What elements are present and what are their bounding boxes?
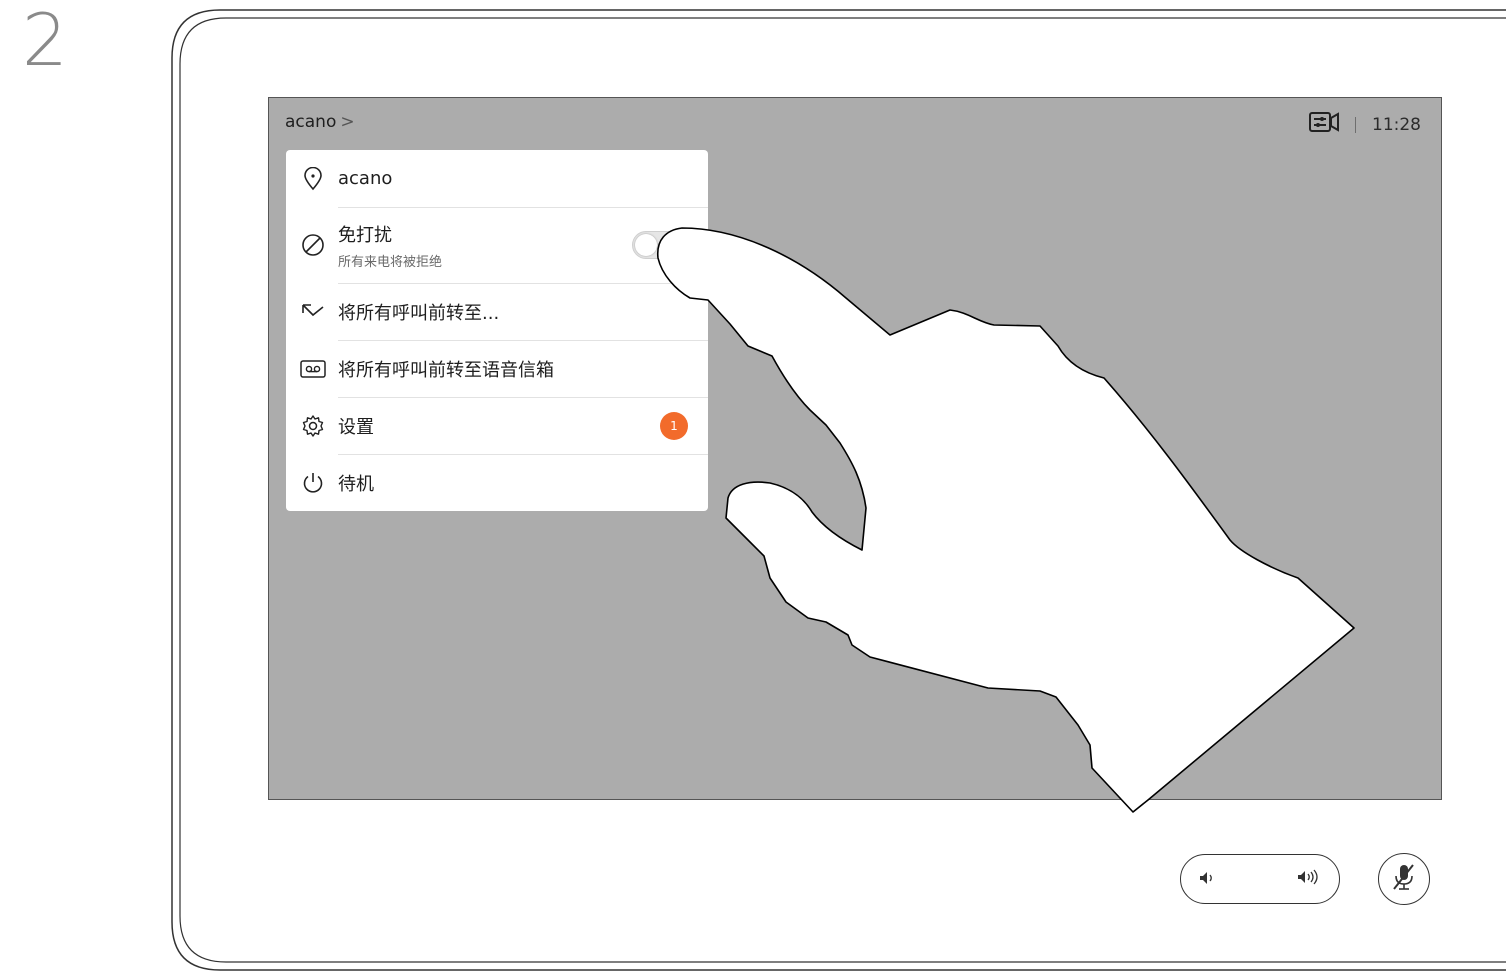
volume-down-icon[interactable] xyxy=(1199,870,1217,889)
pointing-hand-illustration xyxy=(657,227,1355,813)
mute-microphone-button[interactable] xyxy=(1378,853,1430,905)
volume-control[interactable] xyxy=(1180,854,1340,904)
volume-up-icon[interactable] xyxy=(1297,869,1321,889)
microphone-muted-icon xyxy=(1391,862,1417,896)
